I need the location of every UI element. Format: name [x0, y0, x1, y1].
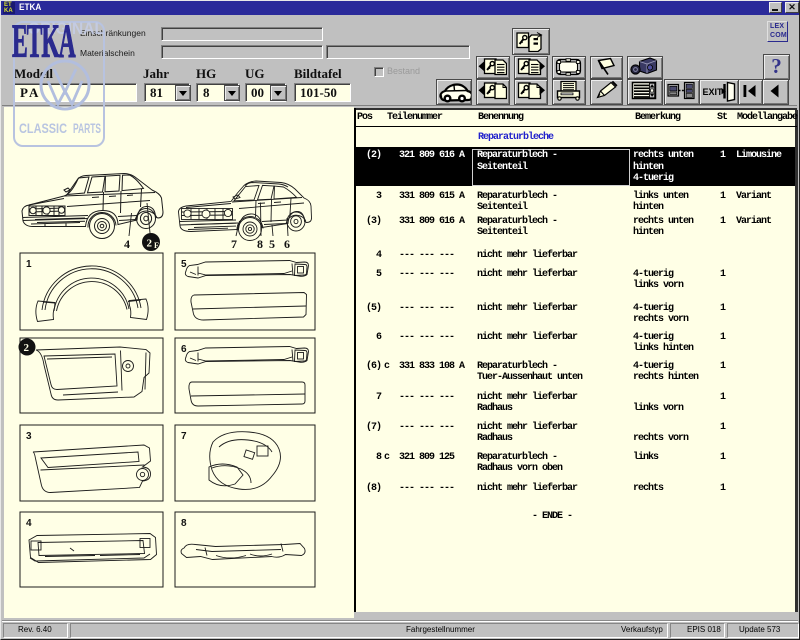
- svg-text:8: 8: [181, 518, 187, 529]
- svg-text:2: 2: [24, 342, 30, 354]
- svg-text:2: 2: [147, 238, 153, 250]
- svg-text:1: 1: [26, 259, 32, 270]
- svg-text:7: 7: [181, 431, 187, 442]
- svg-text:5: 5: [269, 237, 275, 251]
- svg-text:7: 7: [231, 237, 237, 251]
- svg-text:5: 5: [181, 259, 187, 270]
- svg-text:3: 3: [26, 431, 32, 442]
- svg-text:6: 6: [284, 237, 290, 251]
- svg-text:4: 4: [124, 237, 130, 251]
- svg-text:4: 4: [26, 518, 32, 529]
- svg-text:6: 6: [181, 344, 187, 355]
- svg-text:8: 8: [257, 237, 263, 251]
- svg-text:F: F: [154, 241, 159, 250]
